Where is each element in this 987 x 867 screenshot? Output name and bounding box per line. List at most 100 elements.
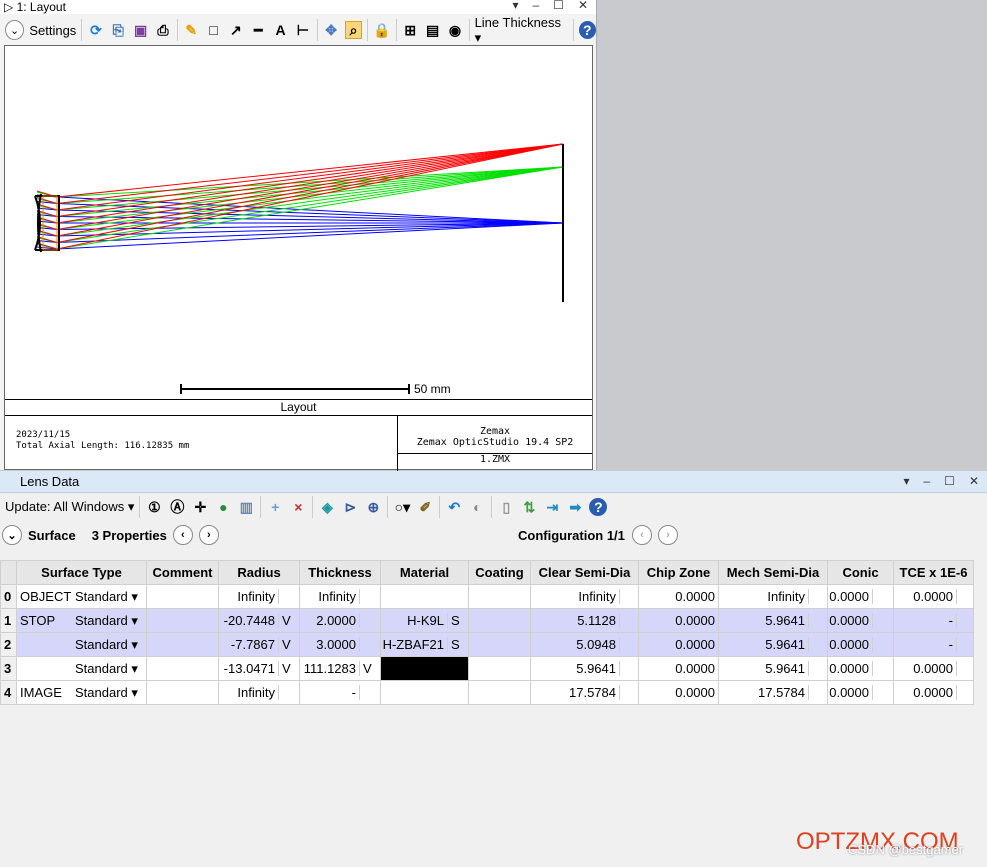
- solve-mech[interactable]: [809, 613, 827, 628]
- cell-tce[interactable]: -: [894, 637, 957, 652]
- solve-conic[interactable]: [873, 613, 893, 628]
- cell-coating[interactable]: [468, 656, 531, 681]
- aperture-icon[interactable]: ○▾: [393, 498, 411, 516]
- undo-icon[interactable]: ↶: [445, 498, 463, 516]
- solve-mech[interactable]: [809, 637, 827, 652]
- save-icon[interactable]: ▣: [132, 21, 149, 39]
- insert-surface-icon[interactable]: +: [266, 498, 284, 516]
- cell-mat[interactable]: H-K9L: [381, 613, 448, 628]
- surface-type-dropdown[interactable]: Standard ▾: [75, 685, 138, 701]
- settings-button[interactable]: Settings: [29, 23, 76, 38]
- fit-icon[interactable]: ⊞: [402, 21, 419, 39]
- line-thickness-dropdown[interactable]: Line Thickness ▾: [475, 15, 568, 46]
- solve-mat[interactable]: S: [448, 637, 468, 652]
- close-button[interactable]: ✕: [969, 474, 979, 488]
- help-icon[interactable]: ?: [578, 21, 596, 39]
- cell-mat[interactable]: H-ZBAF21: [381, 637, 448, 652]
- cell-mech[interactable]: 17.5784: [719, 685, 809, 700]
- surface-type-dropdown[interactable]: Standard ▾: [75, 637, 138, 653]
- surface-row[interactable]: 1 STOP Standard ▾ -20.7448 V 2.0000 H-K9L S 5…: [0, 608, 974, 633]
- cell-radius[interactable]: Infinity: [219, 685, 279, 700]
- surface-name[interactable]: [20, 637, 75, 653]
- cell-clear[interactable]: 17.5784: [531, 685, 620, 700]
- solve-tce[interactable]: [957, 613, 973, 628]
- next-config-button[interactable]: ›: [658, 525, 678, 545]
- prev-config-button[interactable]: ‹: [632, 525, 652, 545]
- cell-coating[interactable]: [468, 680, 531, 705]
- cell-comment[interactable]: [146, 656, 219, 681]
- solve-conic[interactable]: [873, 661, 893, 676]
- solve-thick[interactable]: [360, 637, 380, 652]
- solve-radius[interactable]: V: [279, 661, 299, 676]
- next-surface-button[interactable]: ›: [198, 525, 219, 545]
- column-header[interactable]: Material: [380, 560, 469, 585]
- column-header[interactable]: Mech Semi-Dia: [718, 560, 828, 585]
- solve-clear[interactable]: [620, 685, 638, 700]
- cell-mech[interactable]: 5.9641: [719, 637, 809, 652]
- solve-thick[interactable]: [360, 589, 380, 604]
- cell-tce[interactable]: 0.0000: [894, 685, 957, 700]
- solve-tce[interactable]: [957, 685, 973, 700]
- solve-thick[interactable]: [360, 613, 380, 628]
- cell-thick[interactable]: Infinity: [300, 589, 360, 604]
- surface-name[interactable]: OBJECT: [20, 589, 75, 605]
- cell-radius[interactable]: -7.7867: [219, 637, 279, 652]
- pencil-icon[interactable]: ✎: [183, 21, 200, 39]
- column-header[interactable]: Surface Type: [16, 560, 147, 585]
- cell-chip[interactable]: 0.0000: [638, 632, 719, 657]
- solve-radius[interactable]: V: [279, 613, 299, 628]
- arrow-icon[interactable]: ↗: [227, 21, 244, 39]
- cell-tce[interactable]: -: [894, 613, 957, 628]
- cell-conic[interactable]: 0.0000: [828, 613, 873, 628]
- column-header[interactable]: Radius: [218, 560, 300, 585]
- properties-label[interactable]: 3 Properties: [92, 528, 167, 543]
- cell-comment[interactable]: [146, 632, 219, 657]
- cell-chip[interactable]: 0.0000: [638, 680, 719, 705]
- dimension-icon[interactable]: ⊢: [294, 21, 311, 39]
- cell-radius[interactable]: -20.7448: [219, 613, 279, 628]
- globe-icon[interactable]: ●: [214, 498, 232, 516]
- dropdown-icon[interactable]: ▾: [512, 0, 518, 12]
- cell-mech[interactable]: 5.9641: [719, 661, 809, 676]
- maximize-button[interactable]: ☐: [553, 0, 564, 12]
- cell-conic[interactable]: 0.0000: [828, 637, 873, 652]
- lock-icon[interactable]: 🔒: [373, 21, 390, 39]
- surface-name[interactable]: [20, 661, 75, 677]
- surface-name[interactable]: IMAGE: [20, 685, 75, 701]
- window-icon[interactable]: ▤: [424, 21, 441, 39]
- document-icon[interactable]: ▯: [497, 498, 515, 516]
- solve-radius[interactable]: V: [279, 637, 299, 652]
- surface-row[interactable]: 0 OBJECT Standard ▾ Infinity Infinity Infi…: [0, 584, 974, 609]
- surface-row[interactable]: 2 Standard ▾ -7.7867 V 3.0000 H-ZBAF21 S 5.0…: [0, 632, 974, 657]
- cell-clear[interactable]: 5.1128: [531, 613, 620, 628]
- update-icon[interactable]: ①: [145, 498, 163, 516]
- cell-chip[interactable]: 0.0000: [638, 584, 719, 609]
- cell-mat[interactable]: [380, 656, 469, 681]
- column-header[interactable]: Coating: [468, 560, 531, 585]
- update-dropdown[interactable]: Update: All Windows ▾: [5, 499, 134, 515]
- column-header[interactable]: Comment: [146, 560, 219, 585]
- surface-type-dropdown[interactable]: Standard ▾: [75, 613, 138, 629]
- cell-tce[interactable]: 0.0000: [894, 589, 957, 604]
- solve-tce[interactable]: [957, 637, 973, 652]
- column-header[interactable]: Conic: [827, 560, 894, 585]
- cell-thick[interactable]: 2.0000: [300, 613, 360, 628]
- zoom-icon[interactable]: ⌕: [344, 21, 363, 39]
- help-icon[interactable]: ?: [589, 498, 608, 516]
- rotate-icon[interactable]: ◉: [446, 21, 463, 39]
- solve-mat[interactable]: S: [448, 613, 468, 628]
- cell-chip[interactable]: 0.0000: [638, 656, 719, 681]
- cell-clear[interactable]: 5.9641: [531, 661, 620, 676]
- cell-mech[interactable]: Infinity: [719, 589, 809, 604]
- map-icon[interactable]: ▥: [237, 498, 255, 516]
- lens-icon[interactable]: ◈: [318, 498, 336, 516]
- cell-coating[interactable]: [468, 632, 531, 657]
- dropdown-icon[interactable]: ▾: [903, 474, 909, 488]
- cell-tce[interactable]: 0.0000: [894, 661, 957, 676]
- cell-radius[interactable]: Infinity: [219, 589, 279, 604]
- surface-row[interactable]: 4 IMAGE Standard ▾ Infinity - 17.5784 0.000…: [0, 680, 974, 705]
- solve-tce[interactable]: [957, 661, 973, 676]
- solve-mech[interactable]: [809, 685, 827, 700]
- solve-clear[interactable]: [620, 637, 638, 652]
- paint-icon[interactable]: ✐: [416, 498, 434, 516]
